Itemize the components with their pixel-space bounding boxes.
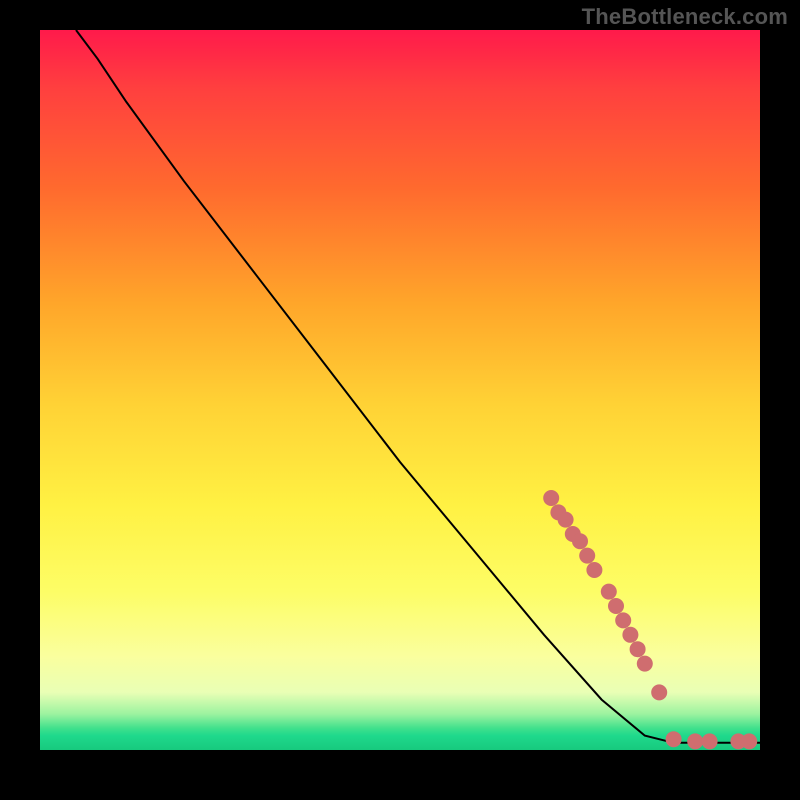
data-point bbox=[601, 584, 617, 600]
data-point bbox=[608, 598, 624, 614]
chart-svg bbox=[40, 30, 760, 750]
data-point bbox=[572, 533, 588, 549]
data-point bbox=[702, 733, 718, 749]
data-point bbox=[741, 733, 757, 749]
data-point bbox=[622, 627, 638, 643]
data-point bbox=[666, 731, 682, 747]
attribution-text: TheBottleneck.com bbox=[582, 4, 788, 30]
data-point bbox=[637, 656, 653, 672]
data-point bbox=[615, 612, 631, 628]
data-points bbox=[543, 490, 757, 749]
data-point bbox=[558, 512, 574, 528]
data-point bbox=[586, 562, 602, 578]
data-point bbox=[543, 490, 559, 506]
data-point bbox=[687, 733, 703, 749]
data-point bbox=[579, 548, 595, 564]
data-point bbox=[630, 641, 646, 657]
data-point bbox=[651, 684, 667, 700]
plot-area bbox=[40, 30, 760, 750]
trend-line bbox=[76, 30, 760, 743]
chart-frame: TheBottleneck.com bbox=[0, 0, 800, 800]
